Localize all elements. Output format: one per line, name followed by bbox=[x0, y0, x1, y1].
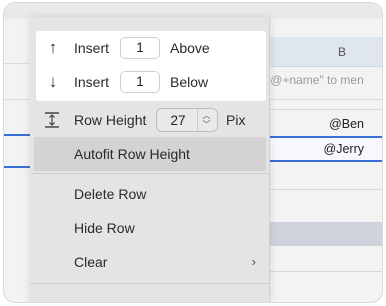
clear-item[interactable]: Clear › bbox=[30, 245, 270, 279]
hide-row-item[interactable]: Hide Row bbox=[30, 211, 270, 245]
mention-hint: "@+name" to men bbox=[266, 73, 364, 87]
row-divider bbox=[262, 189, 382, 190]
row-context-menu: ↑ Insert 1 Above ↓ Insert 1 Below Row He… bbox=[30, 17, 270, 302]
arrow-up-icon: ↑ bbox=[48, 38, 58, 57]
column-letter: B bbox=[338, 45, 347, 59]
arrow-down-icon: ↓ bbox=[48, 72, 58, 91]
menu-divider bbox=[30, 283, 270, 284]
autofit-row-height-item[interactable]: Autofit Row Height bbox=[34, 137, 266, 171]
delete-row-item[interactable]: Delete Row bbox=[30, 177, 270, 211]
row-height-item: Row Height 27 ︿ ﹀ Pix bbox=[30, 103, 270, 137]
insert-above-row[interactable]: ↑ Insert 1 Above bbox=[36, 31, 266, 65]
row-height-label: Row Height bbox=[74, 112, 147, 128]
row-height-unit: Pix bbox=[226, 112, 246, 128]
stepper-up-icon[interactable]: ︿ bbox=[198, 111, 215, 120]
stepper-down-icon[interactable]: ﹀ bbox=[198, 120, 215, 129]
cell-ben[interactable]: @Ben bbox=[304, 117, 382, 131]
row-height-icon bbox=[45, 112, 59, 128]
insert-panel: ↑ Insert 1 Above ↓ Insert 1 Below bbox=[36, 31, 266, 101]
above-label[interactable]: Above bbox=[170, 40, 210, 56]
insert-below-row[interactable]: ↓ Insert 1 Below bbox=[36, 65, 266, 99]
row-height-stepper[interactable]: 27 ︿ ﹀ bbox=[156, 108, 218, 132]
insert-label: Insert bbox=[74, 40, 110, 56]
insert-label: Insert bbox=[74, 74, 110, 90]
stepper-arrows-icon[interactable]: ︿ ﹀ bbox=[197, 110, 215, 130]
insert-above-count[interactable]: 1 bbox=[120, 37, 160, 59]
chevron-right-icon: › bbox=[251, 254, 256, 269]
row-height-value[interactable]: 27 bbox=[157, 113, 199, 128]
below-label[interactable]: Below bbox=[170, 74, 208, 90]
row-divider bbox=[262, 271, 382, 272]
row-divider bbox=[262, 109, 382, 110]
app-window: B "@+name" to men @Ben @Jerry ↑ Insert 1… bbox=[3, 2, 383, 303]
cell-jerry[interactable]: @Jerry bbox=[304, 142, 382, 156]
insert-below-count[interactable]: 1 bbox=[120, 71, 160, 93]
row-divider bbox=[262, 99, 382, 100]
menu-divider bbox=[30, 173, 270, 174]
column-header-b[interactable]: B bbox=[262, 37, 382, 67]
highlighted-row bbox=[262, 222, 382, 246]
clear-label: Clear bbox=[74, 254, 108, 270]
